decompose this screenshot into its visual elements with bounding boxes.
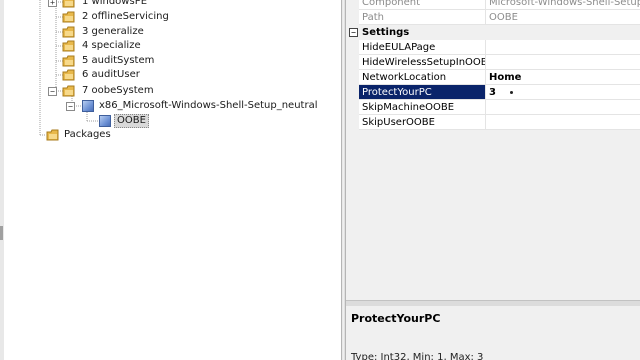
tree-node-specialize[interactable]: 4 specialize: [0, 39, 341, 53]
tree-node-label: 2 offlineServicing: [82, 11, 169, 22]
pass-folder-icon: [62, 55, 75, 67]
property-name: SkipMachineOOBE: [359, 100, 486, 115]
row-gutter: [346, 70, 359, 85]
properties-panel: Component Microsoft-Windows-Shell-Setup …: [346, 0, 640, 300]
component-icon: [82, 100, 94, 112]
property-name: HideEULAPage: [359, 40, 486, 55]
row-gutter: [346, 0, 359, 10]
property-name: Component: [359, 0, 486, 10]
expand-icon[interactable]: +: [48, 0, 57, 7]
row-gutter: [346, 10, 359, 25]
tree-node-windowspe[interactable]: + 1 windowsPE: [0, 0, 341, 9]
property-value[interactable]: [486, 55, 640, 70]
description-pane: ProtectYourPC Type: Int32, Min: 1, Max: …: [346, 306, 640, 360]
tree-node-label: Packages: [64, 129, 111, 140]
property-name: SkipUserOOBE: [359, 115, 486, 130]
property-value-text: 3: [489, 87, 496, 98]
tree-node-packages[interactable]: Packages: [0, 128, 341, 142]
description-type: Type: Int32, Min: 1, Max: 3: [351, 352, 484, 360]
collapse-icon[interactable]: −: [48, 87, 57, 96]
property-row-skipuseroobe[interactable]: SkipUserOOBE: [346, 115, 640, 130]
tree-node-oobesystem[interactable]: − 7 oobeSystem: [0, 84, 341, 98]
property-name: NetworkLocation: [359, 70, 486, 85]
tree-node-label: OOBE: [114, 114, 149, 128]
property-value-editor[interactable]: 3: [486, 85, 640, 100]
collapse-icon[interactable]: −: [349, 28, 358, 37]
tree-node-label: 5 auditSystem: [82, 55, 155, 66]
tree-node-label: 6 auditUser: [82, 69, 140, 80]
property-name: ProtectYourPC: [359, 85, 486, 100]
packages-folder-icon: [46, 129, 59, 141]
tree-node-shell-setup-component[interactable]: − x86_Microsoft-Windows-Shell-Setup_neut…: [0, 99, 341, 113]
row-gutter: [346, 115, 359, 130]
collapse-icon[interactable]: −: [66, 102, 75, 111]
tree-node-oobe[interactable]: OOBE: [0, 114, 341, 128]
property-value: OOBE: [486, 10, 640, 25]
tree-node-label: 3 generalize: [82, 26, 144, 37]
property-value: Microsoft-Windows-Shell-Setup: [486, 0, 640, 10]
property-row-skipmachineoobe[interactable]: SkipMachineOOBE: [346, 100, 640, 115]
property-name: Path: [359, 10, 486, 25]
category-label: Settings: [362, 27, 410, 38]
tree-node-label: x86_Microsoft-Windows-Shell-Setup_neutra…: [99, 100, 318, 111]
pass-folder-icon: [62, 85, 75, 97]
property-value[interactable]: [486, 40, 640, 55]
row-gutter: [346, 40, 359, 55]
property-name: HideWirelessSetupInOOBE: [359, 55, 486, 70]
row-gutter: [346, 100, 359, 115]
property-row-path[interactable]: Path OOBE: [346, 10, 640, 25]
row-gutter: [346, 55, 359, 70]
answer-file-tree: + 1 windowsPE + 2 offlineServicing 3 gen…: [0, 0, 341, 360]
tree-node-generalize[interactable]: 3 generalize: [0, 25, 341, 39]
pass-folder-icon: [62, 0, 75, 8]
setting-group-icon: [99, 115, 111, 127]
property-row-hidewirelesssetupinoobe[interactable]: HideWirelessSetupInOOBE: [346, 55, 640, 70]
pass-folder-icon: [62, 26, 75, 38]
pass-folder-icon: [62, 69, 75, 81]
property-row-networklocation[interactable]: NetworkLocation Home: [346, 70, 640, 85]
tree-node-audituser[interactable]: 6 auditUser: [0, 68, 341, 82]
tree-node-auditsystem[interactable]: 5 auditSystem: [0, 54, 341, 68]
tree-node-label: 1 windowsPE: [82, 0, 148, 7]
property-row-hideeulapage[interactable]: HideEULAPage: [346, 40, 640, 55]
property-row-protectyourpc[interactable]: ProtectYourPC 3: [346, 85, 640, 100]
tree-node-offlineservicing[interactable]: + 2 offlineServicing: [0, 10, 341, 24]
description-title: ProtectYourPC: [351, 312, 441, 325]
row-gutter: [346, 85, 359, 100]
property-row-component[interactable]: Component Microsoft-Windows-Shell-Setup: [346, 0, 640, 10]
pass-folder-icon: [62, 40, 75, 52]
pass-folder-icon: [62, 11, 75, 23]
dropdown-indicator-icon[interactable]: [509, 90, 513, 94]
tree-node-label: 7 oobeSystem: [82, 85, 154, 96]
property-value[interactable]: Home: [486, 70, 640, 85]
property-value[interactable]: [486, 100, 640, 115]
tree-node-label: 4 specialize: [82, 40, 141, 51]
windows-sim-window: + 1 windowsPE + 2 offlineServicing 3 gen…: [0, 0, 640, 360]
property-value[interactable]: [486, 115, 640, 130]
category-settings[interactable]: − Settings: [346, 25, 640, 41]
